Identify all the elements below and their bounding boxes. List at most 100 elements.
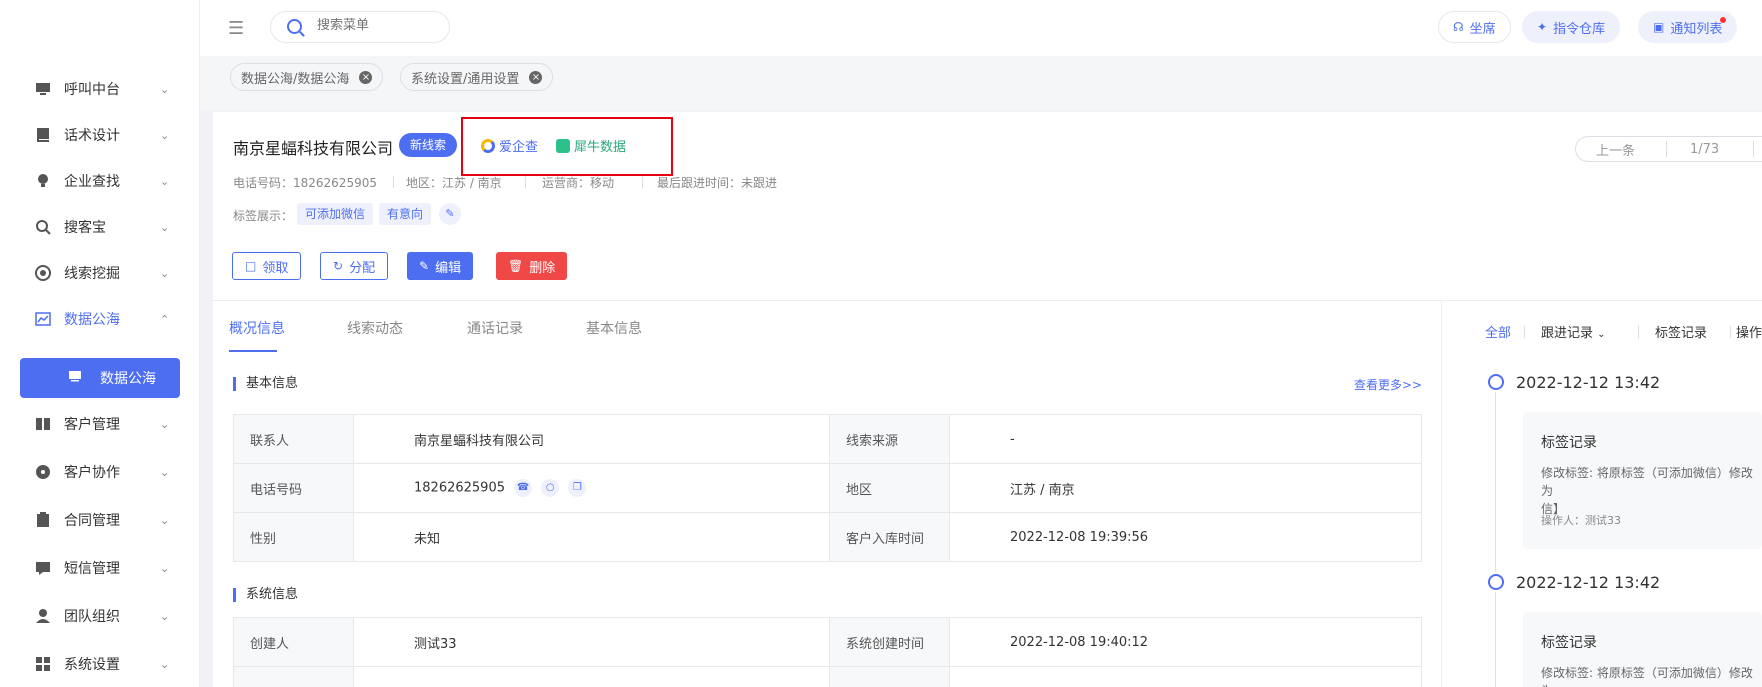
sidebar-item-customer-mgmt[interactable]: 客户管理 ⌄ [0,404,200,444]
xiniu-link[interactable]: 犀牛数据 [556,136,626,155]
sidebar-item-call-center[interactable]: 呼叫中台 ⌄ [0,69,200,109]
sidebar-subitem-data-sea[interactable]: 数据公海 [20,358,180,398]
sidebar-item-soukebao[interactable]: 搜客宝 ⌄ [0,207,200,247]
table-value: 2022-12-08 19:39:56 [949,512,1422,562]
menu-search[interactable] [270,11,450,43]
tab-overview[interactable]: 概况信息 [229,318,285,338]
rtab-follow-records[interactable]: 跟进记录 ⌄ [1541,322,1606,341]
table-value: 测试33 [353,617,830,667]
delete-button[interactable]: 🗑 删除 [496,252,568,280]
phone-meta: 电话号码：18262625905 [233,176,377,190]
carrier-meta: 运营商：移动 [542,176,615,190]
sidebar-item-script-design[interactable]: 话术设计 ⌄ [0,115,200,155]
edit-tag-icon[interactable]: ✎ [439,203,461,225]
tab-call-records[interactable]: 通话记录 [467,318,523,338]
close-icon[interactable]: × [529,70,543,84]
close-icon[interactable]: × [359,70,373,84]
table-key: 客户入库时间 [829,512,950,562]
table-row: 性别 未知 客户入库时间 2022-12-08 19:39:56 [233,512,1422,562]
notice-list-label: 通知列表 [1670,21,1723,37]
table-key: 地区 [829,463,950,513]
table-key: 线索来源 [829,414,950,464]
screen-icon [68,370,82,386]
view-more-link[interactable]: 查看更多>> [1354,376,1422,393]
sidebar-item-label: 团队组织 [64,609,120,625]
status-badge: 新线索 [399,133,458,157]
table-value: 江苏 / 南京 [949,463,1422,513]
sidebar-item-label: 客户协作 [64,465,120,481]
timeline-card-title: 标签记录 [1541,635,1597,651]
settings-grid-icon [34,655,52,673]
pager-divider [1666,141,1667,157]
page-tag[interactable]: 系统设置/通用设置 × [400,63,554,91]
sidebar-item-contract-mgmt[interactable]: 合同管理 ⌄ [0,500,200,540]
region-meta: 地区：江苏 / 南京 [406,176,502,190]
collab-icon [34,463,52,481]
company-name: 南京星蝠科技有限公司 [233,139,394,158]
delete-label: 删除 [529,260,556,276]
sidebar-subitem-label: 数据公海 [100,371,156,387]
chevron-down-icon: ⌄ [1597,329,1606,340]
table-key: 系统创建时间 [829,617,950,667]
table-value: 未知 [353,512,830,562]
topbar: ☰ ☊ 坐席 ✦ 指令仓库 ▣ 通知列表 [200,0,1762,56]
table-key: 创建人 [233,617,354,667]
sidebar-item-system-settings[interactable]: 系统设置 ⌄ [0,644,200,684]
sidebar-item-sms-mgmt[interactable]: 短信管理 ⌄ [0,548,200,588]
table-row: 电话号码 18262625905 ☎ ○ ❐ 地区 江苏 / 南京 [233,463,1422,513]
rtab-divider [1730,326,1731,338]
sidebar-item-data-sea[interactable]: 数据公海 ⌃ [0,299,200,339]
rtab-all[interactable]: 全部 [1485,322,1511,341]
timeline-card-desc: 修改标签: 将原标签（可添加微信）修改为 信】 [1541,464,1761,518]
aiqicha-link[interactable]: 爱企查 [481,136,538,155]
tab-lead-activity[interactable]: 线索动态 [347,318,403,338]
document-icon: ▣ [1653,20,1665,34]
menu-toggle-icon[interactable]: ☰ [228,18,244,39]
sidebar-item-label: 客户管理 [64,417,120,433]
timeline-date: 2022-12-12 13:42 [1516,373,1661,392]
aiqicha-logo-icon [481,138,495,153]
headset-icon: ☊ [1453,20,1464,34]
search-zoom-icon [34,218,52,236]
command-repo-button[interactable]: ✦ 指令仓库 [1522,11,1621,43]
divider [213,300,1762,301]
table-key [233,666,354,687]
page-tag[interactable]: 数据公海/数据公海 × [230,63,384,91]
rtab-operations[interactable]: 操作 [1736,322,1762,341]
claim-button[interactable]: □ 领取 [232,252,302,280]
table-value [949,666,1422,687]
timeline-dot [1488,574,1504,590]
chevron-down-icon: ⌄ [160,465,170,479]
sidebar-item-label: 企业查找 [64,174,120,190]
sidebar-item-customer-collab[interactable]: 客户协作 ⌄ [0,452,200,492]
chevron-down-icon: ⌄ [160,128,170,142]
basic-info-table: 联系人 南京星蝠科技有限公司 线索来源 - 电话号码 18262625905 ☎… [233,414,1422,562]
seat-button[interactable]: ☊ 坐席 [1438,11,1511,43]
sms-icon [34,559,52,577]
search-input[interactable] [317,18,437,33]
edit-button[interactable]: ✎ 编辑 [407,252,474,280]
notice-list-button[interactable]: ▣ 通知列表 [1638,11,1738,43]
tab-basic-info[interactable]: 基本信息 [586,318,642,338]
sidebar-item-enterprise-search[interactable]: 企业查找 ⌄ [0,161,200,201]
claim-label: 领取 [262,260,289,276]
meta-divider [525,176,526,188]
sidebar-item-lead-mining[interactable]: 线索挖掘 ⌄ [0,253,200,293]
chevron-up-icon: ⌃ [160,312,170,326]
sidebar-item-label: 系统设置 [64,657,120,673]
sms-send-icon[interactable]: ○ [541,479,560,497]
sidebar-item-team-org[interactable]: 团队组织 ⌄ [0,596,200,636]
chevron-down-icon: ⌄ [160,417,170,431]
timeline-card-desc: 修改标签: 将原标签（可添加微信）修改为 [1541,666,1753,687]
phone-call-icon[interactable]: ☎ [514,479,533,497]
assign-button[interactable]: ↻ 分配 [320,252,389,280]
phone-number: 18262625905 [414,480,505,496]
rtab-tag-records[interactable]: 标签记录 [1655,322,1707,341]
copy-icon[interactable]: ❐ [568,479,587,497]
contract-icon [34,511,52,529]
tags-bar: 数据公海/数据公海 × 系统设置/通用设置 × [200,56,1762,110]
rtab-follow-label: 跟进记录 [1541,326,1594,341]
table-row: 联系人 南京星蝠科技有限公司 线索来源 - [233,414,1422,464]
chevron-down-icon: ⌄ [160,561,170,575]
prev-button[interactable]: 上一条 [1596,140,1635,159]
